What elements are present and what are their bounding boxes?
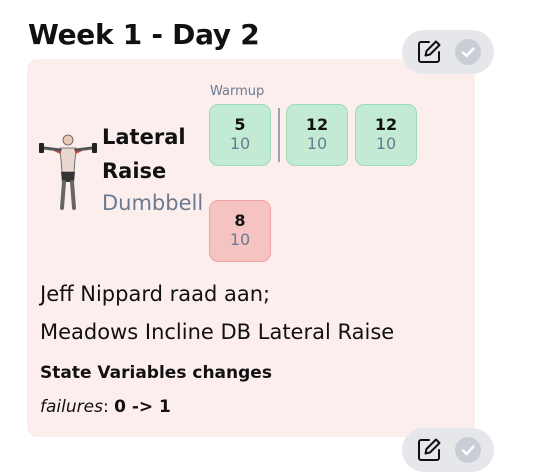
next-card-actions <box>402 428 494 472</box>
set-reps: 12 <box>305 115 329 134</box>
edit-icon[interactable] <box>416 437 442 463</box>
set-3[interactable]: 8 10 <box>209 200 271 262</box>
day-title: Week 1 - Day 2 <box>28 18 260 51</box>
set-weight: 10 <box>306 134 328 153</box>
exercise-name-line2: Raise <box>102 159 167 183</box>
exercise-note-line: Meadows Incline DB Lateral Raise <box>40 320 395 344</box>
equipment-label: Dumbbell <box>102 191 204 215</box>
set-2[interactable]: 12 10 <box>355 104 417 166</box>
exercise-name-line1: Lateral <box>102 125 186 149</box>
set-warmup[interactable]: 5 10 <box>209 104 271 166</box>
card-actions <box>402 30 494 74</box>
exercise-figure-image <box>39 134 97 210</box>
state-variable-separator: : <box>102 397 115 417</box>
set-weight: 10 <box>229 230 251 249</box>
state-variable-change: failures: 0 -> 1 <box>40 397 171 417</box>
check-circle-icon[interactable] <box>455 437 481 463</box>
edit-icon[interactable] <box>416 39 442 65</box>
exercise-name[interactable]: Lateral Raise <box>102 120 212 188</box>
state-variable-name: failures <box>40 397 103 417</box>
state-variables-title: State Variables changes <box>40 363 272 383</box>
warmup-divider <box>278 108 280 162</box>
set-reps: 12 <box>374 115 398 134</box>
set-weight: 10 <box>229 134 251 153</box>
state-variable-value: 0 -> 1 <box>114 397 171 417</box>
set-1[interactable]: 12 10 <box>286 104 348 166</box>
set-reps: 8 <box>234 211 246 230</box>
set-weight: 10 <box>375 134 397 153</box>
check-circle-icon[interactable] <box>455 39 481 65</box>
exercise-note-line: Jeff Nippard raad aan; <box>40 282 271 306</box>
set-reps: 5 <box>234 115 246 134</box>
warmup-label: Warmup <box>210 84 265 99</box>
